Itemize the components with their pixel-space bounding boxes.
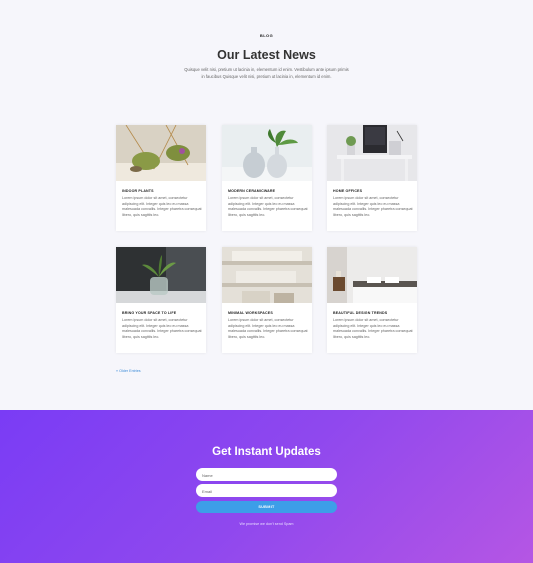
post-card[interactable]: MINIMAL WORKSPACES Lorem ipsum dolor sit…	[222, 247, 312, 353]
post-title[interactable]: BEAUTIFUL DESIGN TRENDS	[333, 311, 387, 315]
section-eyebrow: BLOG	[259, 33, 274, 38]
post-excerpt: Lorem ipsum dolor sit amet, consectetur …	[228, 318, 308, 339]
post-image-minimal-workspaces[interactable]	[222, 247, 312, 303]
post-image-design-trends[interactable]	[327, 247, 417, 303]
older-entries-link[interactable]: « Older Entries	[116, 369, 141, 373]
post-image-ceramicware[interactable]	[222, 125, 312, 181]
post-excerpt: Lorem ipsum dolor sit amet, consectetur …	[122, 196, 202, 217]
email-input[interactable]: Email	[196, 484, 337, 497]
blog-section: BLOG Our Latest News Quisque velit nisi,…	[0, 0, 533, 410]
name-input[interactable]: Name	[196, 468, 337, 481]
post-excerpt: Lorem ipsum dolor sit amet, consectetur …	[333, 196, 413, 217]
spam-promise-text: We promise we don't send Spam	[239, 522, 294, 526]
intro-line-2: in faucibus Quisque velit nisi, pretium …	[201, 74, 332, 79]
section-intro: Quisque velit nisi, pretium ut lacinia i…	[166, 66, 367, 80]
subscribe-section: Get Instant Updates Name Email SUBMIT We…	[0, 410, 533, 563]
submit-button[interactable]: SUBMIT	[196, 501, 337, 513]
post-card[interactable]: INDOOR PLANTS Lorem ipsum dolor sit amet…	[116, 125, 206, 231]
post-title[interactable]: BRING YOUR SPACE TO LIFE	[122, 311, 176, 315]
post-image-space-to-life[interactable]	[116, 247, 206, 303]
post-excerpt: Lorem ipsum dolor sit amet, consectetur …	[333, 318, 413, 339]
post-image-indoor-plants[interactable]	[116, 125, 206, 181]
page: BLOG Our Latest News Quisque velit nisi,…	[0, 0, 533, 563]
post-excerpt: Lorem ipsum dolor sit amet, consectetur …	[228, 196, 308, 217]
subscribe-title: Get Instant Updates	[212, 446, 321, 458]
section-title: Our Latest News	[217, 48, 316, 62]
intro-line-1: Quisque velit nisi, pretium ut lacinia i…	[184, 67, 349, 72]
post-title[interactable]: MODERN CERAMICWARE	[228, 189, 275, 193]
post-card[interactable]: BEAUTIFUL DESIGN TRENDS Lorem ipsum dolo…	[327, 247, 417, 353]
post-title[interactable]: MINIMAL WORKSPACES	[228, 311, 273, 315]
post-excerpt: Lorem ipsum dolor sit amet, consectetur …	[122, 318, 202, 339]
post-card[interactable]: HOME OFFICES Lorem ipsum dolor sit amet,…	[327, 125, 417, 231]
post-title[interactable]: HOME OFFICES	[333, 189, 362, 193]
post-card[interactable]: MODERN CERAMICWARE Lorem ipsum dolor sit…	[222, 125, 312, 231]
post-card[interactable]: BRING YOUR SPACE TO LIFE Lorem ipsum dol…	[116, 247, 206, 353]
post-title[interactable]: INDOOR PLANTS	[122, 189, 154, 193]
post-image-home-offices[interactable]	[327, 125, 417, 181]
